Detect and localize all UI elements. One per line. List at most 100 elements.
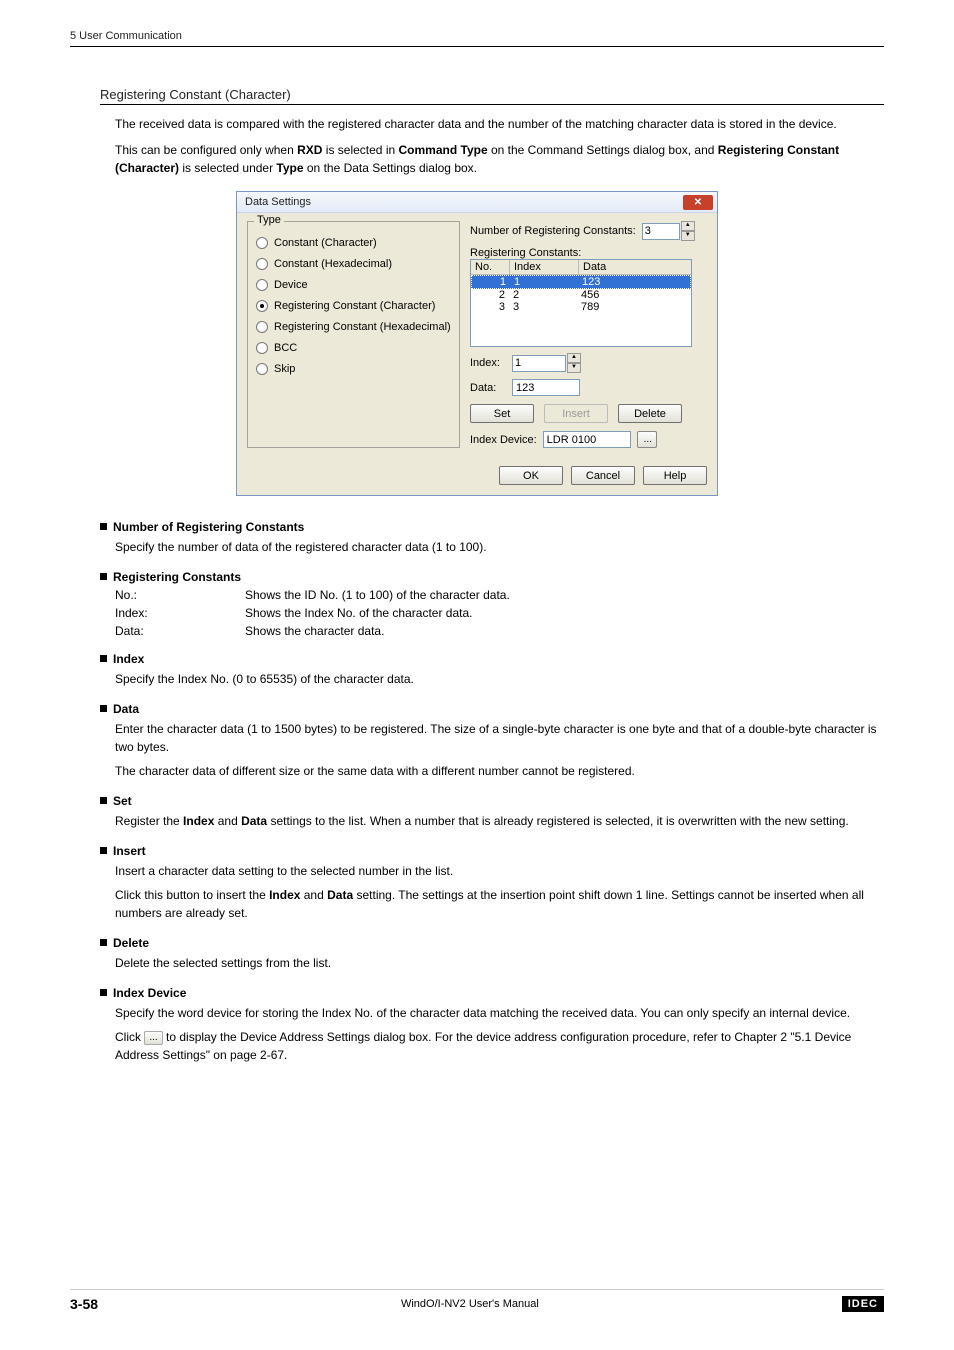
description-paragraph: Insert a character data setting to the s… xyxy=(115,862,884,880)
description-heading: Registering Constants xyxy=(100,570,884,584)
num-constants-spinner[interactable]: ▲▼ xyxy=(681,221,695,241)
intro-paragraph: The received data is compared with the r… xyxy=(115,115,884,133)
table-cell: 123 xyxy=(578,276,690,288)
num-constants-input[interactable] xyxy=(642,223,680,240)
num-constants-label: Number of Registering Constants: xyxy=(470,225,636,237)
col-data: Data xyxy=(579,260,691,274)
definition-term: Index: xyxy=(115,606,245,620)
brand-logo: IDEC xyxy=(842,1296,884,1312)
page-header: 5 User Communication xyxy=(70,30,884,47)
definition-desc: Shows the ID No. (1 to 100) of the chara… xyxy=(245,588,510,602)
description-paragraph: Click ... to display the Device Address … xyxy=(115,1028,884,1064)
radio-option[interactable]: Registering Constant (Character) xyxy=(256,300,451,312)
data-label: Data: xyxy=(470,382,506,394)
description-heading: Set xyxy=(100,794,884,808)
col-no: No. xyxy=(471,260,510,274)
description-heading: Delete xyxy=(100,936,884,950)
description-paragraph: Specify the number of data of the regist… xyxy=(115,538,884,556)
radio-icon xyxy=(256,279,268,291)
close-icon[interactable]: ✕ xyxy=(683,195,713,210)
radio-icon xyxy=(256,300,268,312)
browse-button-inline: ... xyxy=(144,1031,162,1045)
description-heading: Insert xyxy=(100,844,884,858)
description-paragraph: Specify the word device for storing the … xyxy=(115,1004,884,1022)
description-paragraph: The character data of different size or … xyxy=(115,762,884,780)
constants-table[interactable]: No. Index Data 111232245633789 xyxy=(470,259,692,347)
description-paragraph: Enter the character data (1 to 1500 byte… xyxy=(115,720,884,756)
radio-label: Constant (Hexadecimal) xyxy=(274,258,392,270)
description-heading: Data xyxy=(100,702,884,716)
radio-option[interactable]: Skip xyxy=(256,363,451,375)
index-input[interactable] xyxy=(512,355,566,372)
table-cell: 1 xyxy=(472,276,510,288)
table-cell: 3 xyxy=(509,301,577,313)
intro-paragraph: This can be configured only when RXD is … xyxy=(115,141,884,177)
description-paragraph: Register the Index and Data settings to … xyxy=(115,812,884,830)
radio-option[interactable]: BCC xyxy=(256,342,451,354)
description-paragraph: Specify the Index No. (0 to 65535) of th… xyxy=(115,670,884,688)
description-heading: Number of Registering Constants xyxy=(100,520,884,534)
radio-label: Device xyxy=(274,279,308,291)
description-heading: Index Device xyxy=(100,986,884,1000)
bullet-icon xyxy=(100,573,107,580)
radio-icon xyxy=(256,258,268,270)
data-input[interactable] xyxy=(512,379,580,396)
radio-icon xyxy=(256,363,268,375)
radio-label: Skip xyxy=(274,363,295,375)
bullet-icon xyxy=(100,523,107,530)
definition-row: No.:Shows the ID No. (1 to 100) of the c… xyxy=(115,588,884,602)
table-cell: 1 xyxy=(510,276,578,288)
definition-term: Data: xyxy=(115,624,245,638)
definition-term: No.: xyxy=(115,588,245,602)
table-cell: 2 xyxy=(471,289,509,301)
page-number: 3-58 xyxy=(70,1296,98,1312)
index-device-input[interactable] xyxy=(543,431,631,448)
insert-button[interactable]: Insert xyxy=(544,404,608,423)
ok-button[interactable]: OK xyxy=(499,466,563,485)
definition-desc: Shows the Index No. of the character dat… xyxy=(245,606,472,620)
table-row[interactable]: 33789 xyxy=(471,301,691,313)
table-row[interactable]: 11123 xyxy=(471,275,691,289)
dialog-titlebar: Data Settings ✕ xyxy=(237,192,717,213)
bullet-icon xyxy=(100,655,107,662)
table-header: No. Index Data xyxy=(471,260,691,275)
cancel-button[interactable]: Cancel xyxy=(571,466,635,485)
dialog-title: Data Settings xyxy=(245,196,311,208)
registering-constants-label: Registering Constants: xyxy=(470,247,707,259)
data-settings-dialog: Data Settings ✕ Type Constant (Character… xyxy=(236,191,718,496)
bullet-icon xyxy=(100,847,107,854)
description-heading: Index xyxy=(100,652,884,666)
radio-option[interactable]: Registering Constant (Hexadecimal) xyxy=(256,321,451,333)
table-cell: 2 xyxy=(509,289,577,301)
radio-label: Constant (Character) xyxy=(274,237,377,249)
definition-row: Index:Shows the Index No. of the charact… xyxy=(115,606,884,620)
radio-label: Registering Constant (Hexadecimal) xyxy=(274,321,451,333)
radio-option[interactable]: Constant (Hexadecimal) xyxy=(256,258,451,270)
table-cell: 3 xyxy=(471,301,509,313)
definition-row: Data:Shows the character data. xyxy=(115,624,884,638)
bullet-icon xyxy=(100,797,107,804)
index-device-browse-button[interactable]: ... xyxy=(637,431,657,448)
index-label: Index: xyxy=(470,357,506,369)
description-paragraph: Delete the selected settings from the li… xyxy=(115,954,884,972)
help-button[interactable]: Help xyxy=(643,466,707,485)
delete-button[interactable]: Delete xyxy=(618,404,682,423)
radio-icon xyxy=(256,321,268,333)
description-paragraph: Click this button to insert the Index an… xyxy=(115,886,884,922)
table-row[interactable]: 22456 xyxy=(471,289,691,301)
definition-desc: Shows the character data. xyxy=(245,624,384,638)
bullet-icon xyxy=(100,989,107,996)
radio-option[interactable]: Constant (Character) xyxy=(256,237,451,249)
section-title: Registering Constant (Character) xyxy=(100,87,884,105)
set-button[interactable]: Set xyxy=(470,404,534,423)
radio-icon xyxy=(256,342,268,354)
radio-option[interactable]: Device xyxy=(256,279,451,291)
col-index: Index xyxy=(510,260,579,274)
radio-label: BCC xyxy=(274,342,297,354)
type-legend: Type xyxy=(254,214,284,226)
bullet-icon xyxy=(100,939,107,946)
table-cell: 789 xyxy=(577,301,691,313)
index-spinner[interactable]: ▲▼ xyxy=(567,353,581,373)
table-cell: 456 xyxy=(577,289,691,301)
radio-icon xyxy=(256,237,268,249)
